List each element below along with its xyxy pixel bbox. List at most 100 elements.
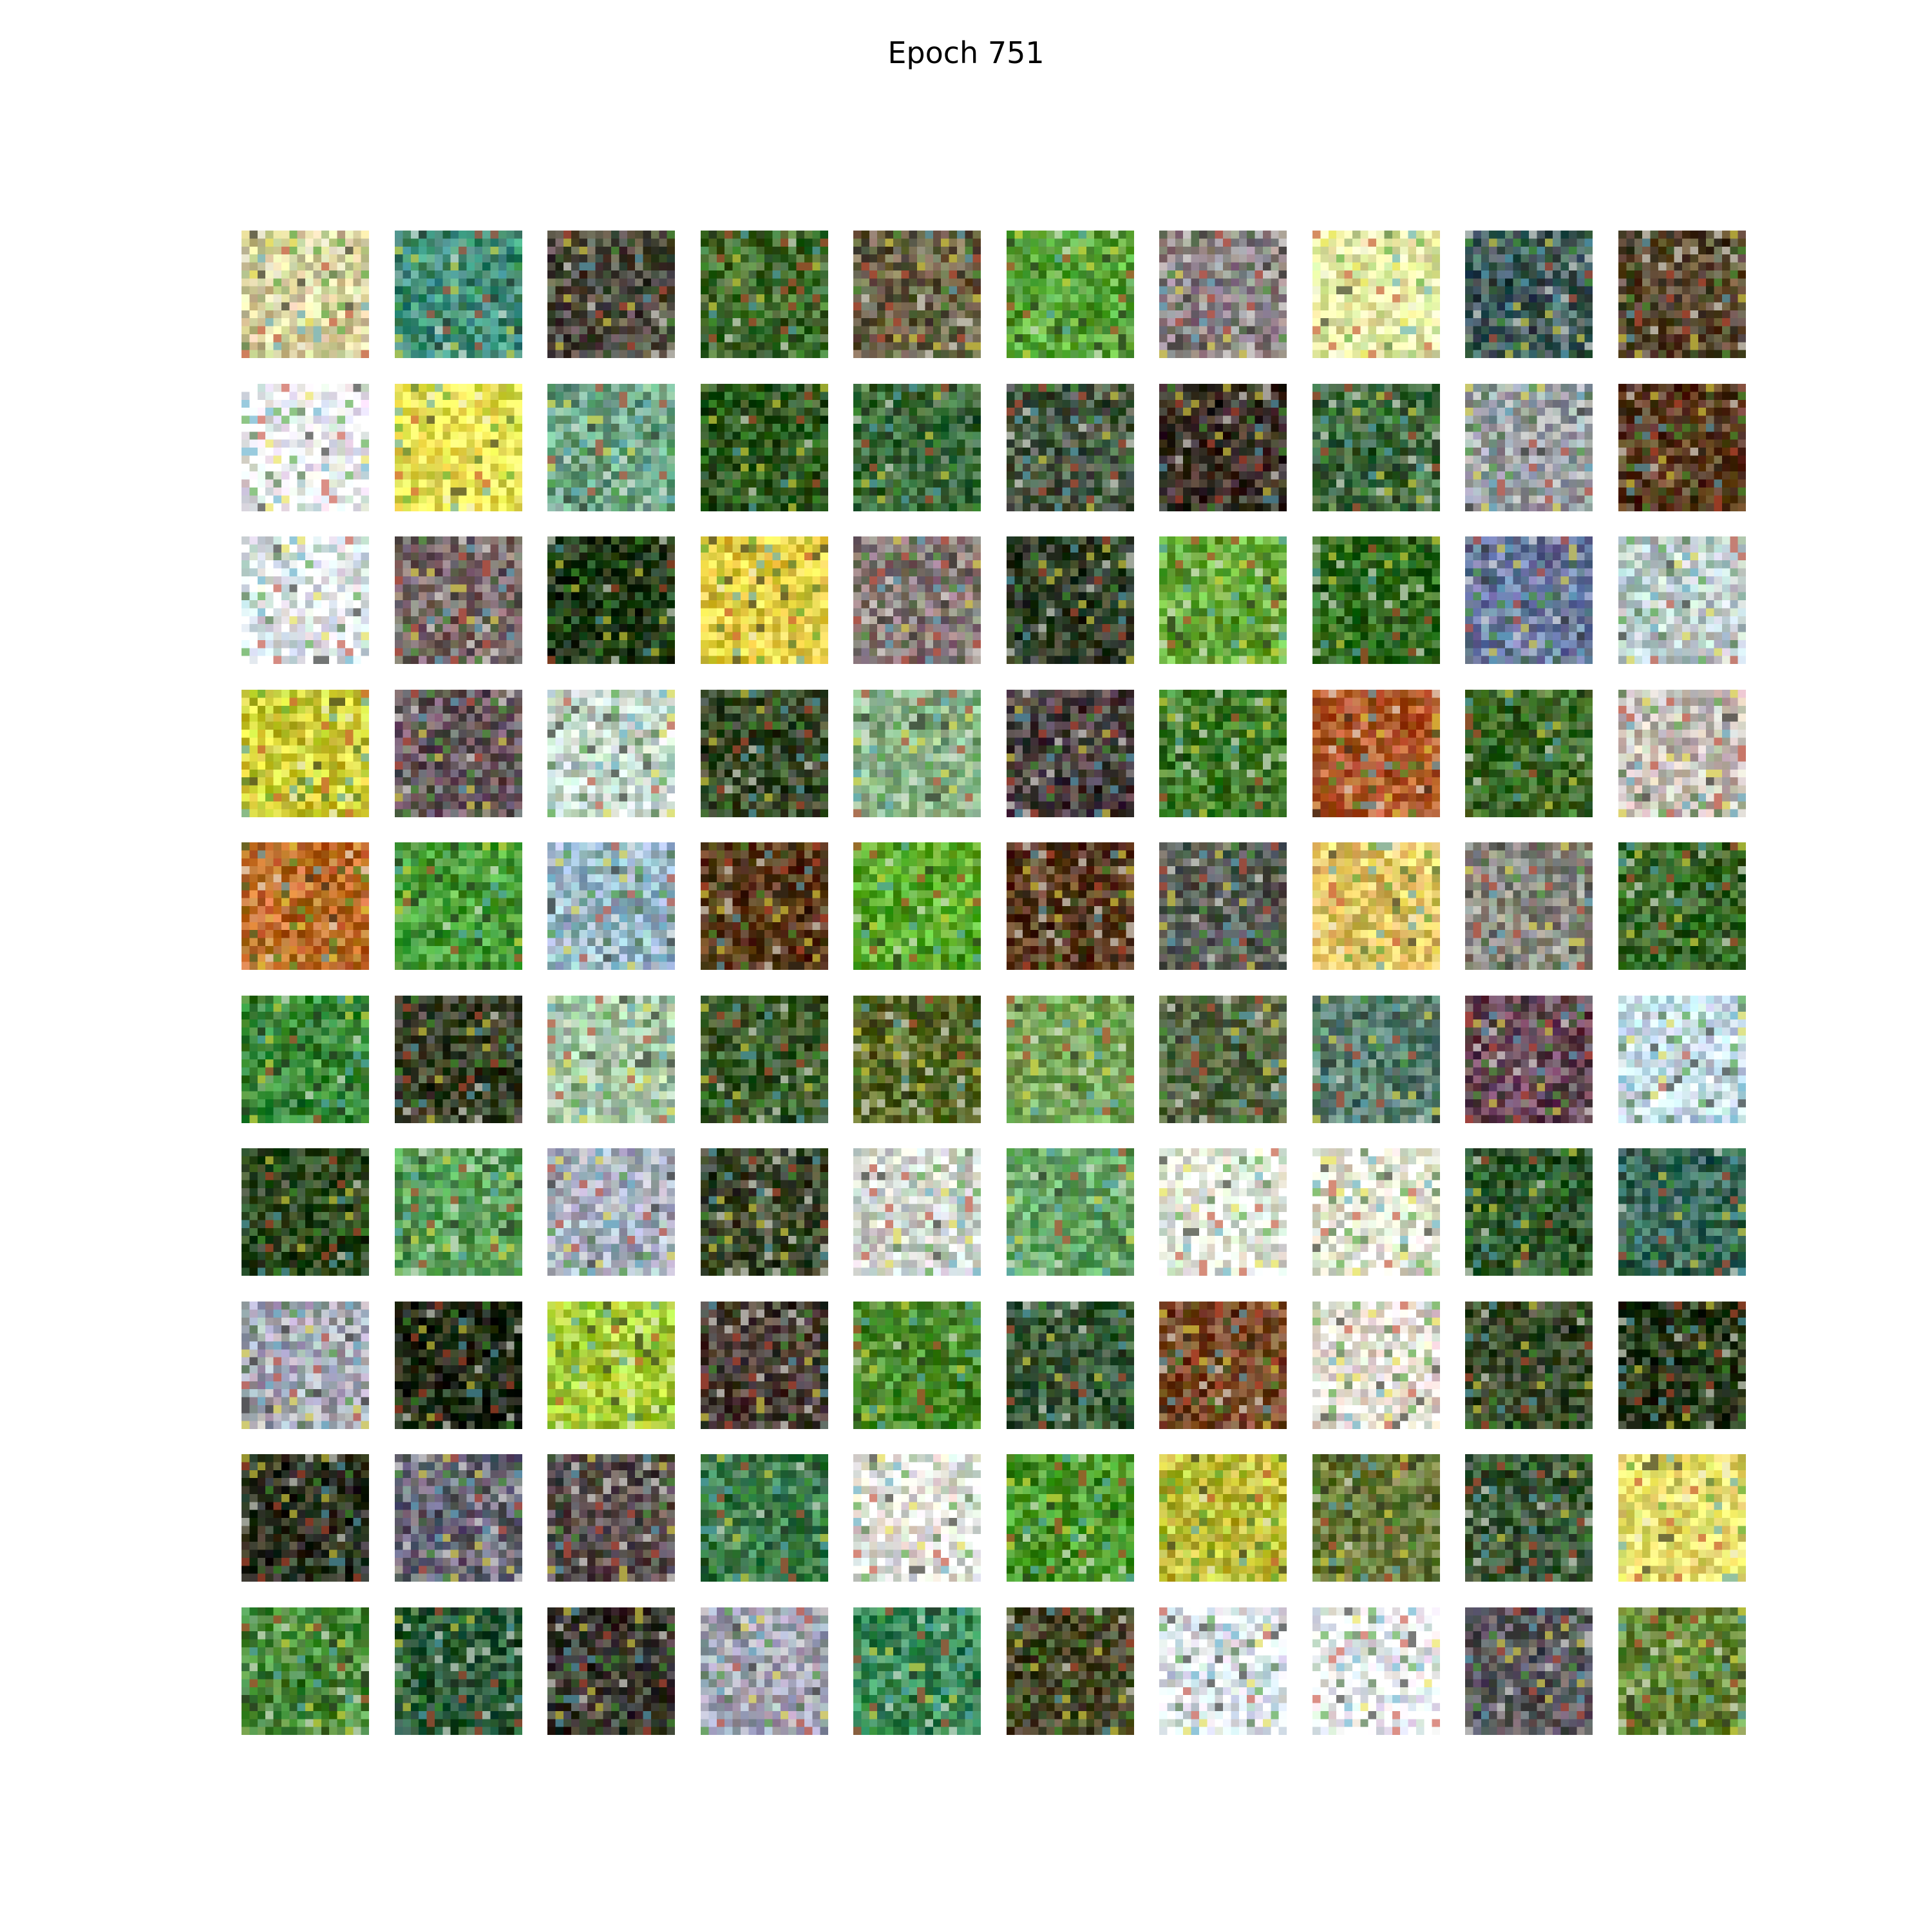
generated-sample-image	[242, 383, 369, 511]
generated-sample-image	[1006, 1454, 1134, 1582]
generated-sample-image	[547, 1148, 675, 1276]
generated-sample-image	[1006, 536, 1134, 664]
generated-sample-image	[1312, 231, 1440, 358]
generated-sample-image	[242, 231, 369, 358]
generated-sample-image	[242, 842, 369, 970]
generated-sample-image	[1312, 995, 1440, 1123]
generated-sample-image	[1618, 689, 1746, 817]
generated-sample-image	[1159, 842, 1287, 970]
generated-sample-image	[700, 1301, 828, 1429]
generated-sample-image	[394, 842, 522, 970]
generated-sample-image	[242, 536, 369, 664]
generated-sample-image	[394, 231, 522, 358]
generated-sample-image	[1618, 231, 1746, 358]
generated-sample-image	[1618, 995, 1746, 1123]
generated-sample-image	[1159, 995, 1287, 1123]
generated-sample-image	[547, 536, 675, 664]
generated-sample-image	[1618, 842, 1746, 970]
generated-sample-image	[394, 995, 522, 1123]
generated-sample-image	[700, 383, 828, 511]
generated-sample-image	[1312, 536, 1440, 664]
generated-sample-image	[1312, 1301, 1440, 1429]
generated-sample-image	[1006, 842, 1134, 970]
generated-sample-image	[853, 1301, 981, 1429]
generated-sample-image	[1312, 689, 1440, 817]
generated-sample-image	[1006, 231, 1134, 358]
generated-sample-image	[1312, 383, 1440, 511]
generated-sample-image	[1159, 689, 1287, 817]
generated-sample-image	[1006, 995, 1134, 1123]
generated-sample-image	[1159, 1454, 1287, 1582]
generated-sample-image	[242, 689, 369, 817]
generated-sample-image	[547, 1454, 675, 1582]
generated-sample-image	[853, 383, 981, 511]
generated-sample-image	[700, 842, 828, 970]
generated-sample-image	[1618, 383, 1746, 511]
generated-sample-image	[1465, 842, 1593, 970]
generated-sample-image	[394, 383, 522, 511]
generated-sample-image	[242, 1301, 369, 1429]
generated-sample-image	[1006, 383, 1134, 511]
generated-sample-image	[853, 231, 981, 358]
generated-sample-image	[394, 1607, 522, 1735]
generated-sample-image	[547, 1301, 675, 1429]
generated-sample-image	[700, 1607, 828, 1735]
generated-sample-image	[1312, 1607, 1440, 1735]
generated-sample-image	[1006, 1607, 1134, 1735]
generated-sample-image	[547, 231, 675, 358]
generated-sample-image	[1465, 231, 1593, 358]
generated-sample-image	[700, 1454, 828, 1582]
generated-sample-image	[700, 1148, 828, 1276]
generated-sample-image	[1618, 1454, 1746, 1582]
generated-sample-image	[547, 842, 675, 970]
generated-sample-image	[394, 536, 522, 664]
generated-sample-image	[547, 383, 675, 511]
generated-sample-image	[853, 1148, 981, 1276]
generated-sample-image	[700, 231, 828, 358]
generated-sample-image	[547, 1607, 675, 1735]
generated-sample-image	[1312, 842, 1440, 970]
generated-sample-image	[1465, 1454, 1593, 1582]
generated-sample-image	[1465, 689, 1593, 817]
generated-sample-image	[1465, 536, 1593, 664]
generated-sample-image	[394, 1301, 522, 1429]
generated-sample-image	[1618, 1148, 1746, 1276]
generated-sample-image	[700, 689, 828, 817]
generated-sample-image	[1159, 536, 1287, 664]
generated-sample-image	[853, 536, 981, 664]
generated-sample-image	[1618, 1607, 1746, 1735]
generated-sample-image	[1312, 1148, 1440, 1276]
generated-sample-image	[1465, 1607, 1593, 1735]
generated-sample-image	[242, 1607, 369, 1735]
figure-title: Epoch 751	[0, 33, 1932, 72]
generated-sample-image	[1159, 1301, 1287, 1429]
generated-sample-image	[853, 995, 981, 1123]
generated-sample-image	[1465, 383, 1593, 511]
generated-sample-image	[853, 1607, 981, 1735]
generated-sample-image	[242, 1454, 369, 1582]
generated-sample-image	[242, 995, 369, 1123]
generated-sample-image	[1618, 1301, 1746, 1429]
generated-sample-image	[1006, 689, 1134, 817]
generated-sample-image	[1618, 536, 1746, 664]
generated-sample-image	[242, 1148, 369, 1276]
generated-sample-image	[394, 689, 522, 817]
generated-sample-image	[1159, 1148, 1287, 1276]
generated-sample-image	[547, 689, 675, 817]
generated-sample-image	[547, 995, 675, 1123]
generated-sample-image	[1159, 383, 1287, 511]
generated-sample-image	[1465, 995, 1593, 1123]
generated-sample-image	[700, 536, 828, 664]
generated-sample-image	[1465, 1301, 1593, 1429]
generated-sample-image	[1159, 231, 1287, 358]
generated-sample-image	[1006, 1148, 1134, 1276]
generated-sample-image	[1006, 1301, 1134, 1429]
generated-sample-image	[1159, 1607, 1287, 1735]
sample-image-grid	[242, 231, 1746, 1735]
generated-sample-image	[394, 1148, 522, 1276]
generated-sample-image	[700, 995, 828, 1123]
generated-sample-image	[1312, 1454, 1440, 1582]
generated-sample-image	[853, 842, 981, 970]
generated-sample-image	[853, 1454, 981, 1582]
generated-sample-image	[1465, 1148, 1593, 1276]
